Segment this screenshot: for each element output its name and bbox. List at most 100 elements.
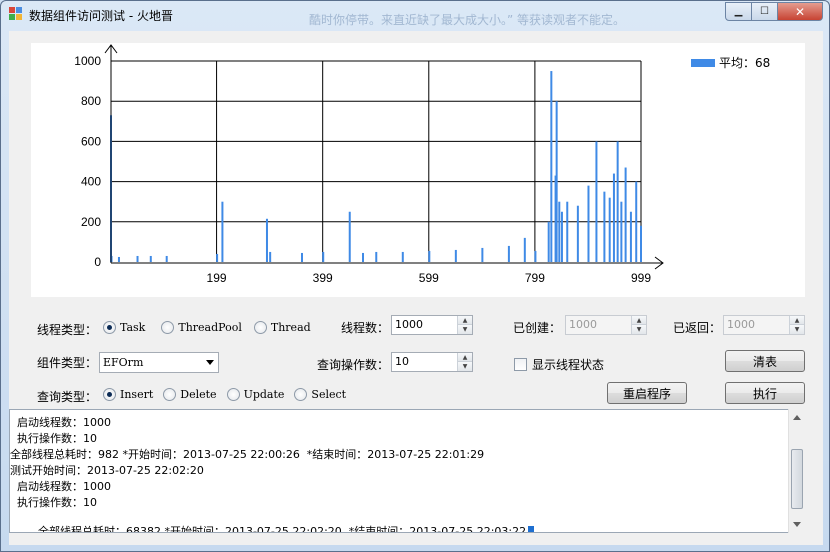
radio-thread-threadpool[interactable]: ThreadPool — [161, 321, 242, 334]
show-thread-state-checkbox[interactable]: 显示线程状态 — [514, 356, 604, 373]
chart-bar — [300, 252, 303, 262]
y-tick-label: 400 — [81, 175, 101, 189]
chart-bar — [216, 253, 219, 262]
chart-bar — [136, 255, 139, 262]
chart-bar — [612, 173, 615, 262]
radio-thread-task[interactable]: Task — [103, 321, 145, 334]
minimize-icon: ▁ — [734, 6, 743, 17]
y-tick-label: 0 — [94, 255, 101, 269]
chart-bar — [454, 249, 457, 262]
chart-bar — [550, 71, 553, 262]
log-line: 测试开始时间：2013-07-25 22:02:20 — [10, 464, 204, 477]
scrollbar-thumb[interactable] — [791, 449, 803, 509]
query-type-label: 查询类型： — [37, 390, 98, 404]
log-scrollbar[interactable] — [788, 409, 805, 533]
minimize-button[interactable]: ▁ — [725, 2, 752, 21]
show-thread-state-label: 显示线程状态 — [532, 358, 605, 372]
chart-bar — [269, 251, 272, 262]
chart-bar — [566, 201, 569, 262]
chart-bar — [481, 247, 484, 262]
component-type-label: 组件类型： — [37, 356, 98, 370]
returned-label: 已返回： — [673, 321, 722, 335]
x-tick-label: 599 — [419, 271, 439, 285]
thread-type-label: 线程类型： — [37, 323, 98, 337]
restart-button[interactable]: 重启程序 — [607, 382, 687, 404]
chart-bar — [348, 211, 351, 262]
chart-bar — [322, 251, 325, 262]
title-bar[interactable]: 数据组件访问测试 - 火地晋 酷时你停带。来直近缺了最大成大小。” 等获读观者不… — [1, 1, 829, 29]
y-tick-label: 1000 — [74, 54, 101, 68]
close-icon: ✕ — [794, 4, 806, 19]
maximize-icon: ☐ — [760, 6, 769, 17]
chart-bar — [629, 211, 632, 262]
radio-query-update[interactable]: Update — [226, 388, 284, 401]
log-line: 全部线程总耗时：68382 *开始时间：2013-07-25 22:02:20 … — [37, 525, 527, 533]
query-ops-label: 查询操作数： — [317, 358, 390, 372]
returned-stepper: 1000 ▲ ▼ — [723, 315, 805, 335]
close-button[interactable]: ✕ — [778, 2, 823, 21]
chart-bar — [534, 250, 537, 262]
spin-up-icon[interactable]: ▲ — [458, 316, 472, 325]
chart-bar — [603, 191, 606, 262]
spin-up-icon: ▲ — [790, 316, 804, 325]
clear-button[interactable]: 清表 — [725, 350, 805, 372]
window-title: 数据组件访问测试 - 火地晋 — [29, 9, 173, 23]
chart-bar — [555, 101, 558, 262]
scroll-up-icon[interactable] — [793, 415, 801, 420]
thread-count-stepper[interactable]: 1000 ▲ ▼ — [391, 315, 473, 335]
radio-query-insert[interactable]: Insert — [103, 388, 153, 401]
chart-bar — [576, 205, 579, 262]
log-line: 启动线程数：1000 — [10, 416, 111, 429]
chart-bar — [587, 185, 590, 262]
chart-bar — [560, 211, 563, 262]
legend-label: 平均：68 — [719, 56, 770, 70]
chart-bar — [149, 255, 152, 262]
log-line: 全部线程总耗时：982 *开始时间：2013-07-25 22:00:26 *结… — [10, 448, 485, 461]
log-line: 执行操作数：10 — [10, 496, 97, 509]
execute-button[interactable]: 执行 — [725, 382, 805, 404]
checkbox-box[interactable] — [514, 358, 527, 371]
query-ops-stepper[interactable]: 10 ▲ ▼ — [391, 352, 473, 372]
component-type-select[interactable]: EFOrm — [99, 352, 219, 373]
chart-bar — [608, 197, 611, 262]
radio-query-delete[interactable]: Delete — [163, 388, 217, 401]
created-value: 1000 — [569, 318, 597, 331]
spin-down-icon: ▼ — [632, 325, 646, 334]
spin-up-icon: ▲ — [632, 316, 646, 325]
maximize-button[interactable]: ☐ — [752, 2, 778, 21]
chart-bar — [640, 225, 642, 262]
x-tick-label: 199 — [207, 271, 227, 285]
radio-thread-thread[interactable]: Thread — [253, 321, 311, 334]
scroll-down-icon[interactable] — [793, 522, 801, 527]
thread-type-radio-group: Task ThreadPool Thread — [103, 321, 321, 334]
chart-bar — [507, 245, 510, 262]
y-tick-label: 800 — [81, 94, 101, 108]
chart-bar — [401, 251, 404, 262]
spin-down-icon[interactable]: ▼ — [458, 325, 472, 334]
y-tick-label: 200 — [81, 215, 101, 229]
chart-bar — [265, 218, 268, 262]
radio-selected-dot — [107, 325, 112, 330]
component-type-value: EFOrm — [103, 356, 144, 369]
chart-bar — [375, 251, 378, 262]
log-line: 执行操作数：10 — [10, 432, 97, 445]
chart-bar — [624, 167, 627, 262]
log-line: 启动线程数：1000 — [10, 480, 111, 493]
radio-query-select[interactable]: Select — [294, 388, 346, 401]
chart-bar — [635, 181, 638, 262]
chart-bar — [117, 256, 120, 262]
y-tick-label: 600 — [81, 134, 101, 148]
x-tick-label: 999 — [631, 271, 651, 285]
created-label: 已创建： — [513, 321, 562, 335]
query-ops-value: 10 — [395, 355, 409, 368]
chart-bar — [523, 237, 526, 262]
chart-panel: 0 200 400 600 800 1000 199 399 599 799 999 平均：68 — [31, 43, 805, 297]
spin-up-icon[interactable]: ▲ — [458, 353, 472, 362]
created-stepper: 1000 ▲ ▼ — [565, 315, 647, 335]
chart-bar — [620, 201, 623, 262]
chart-bar — [165, 255, 168, 262]
chart-bar — [428, 250, 431, 262]
spin-down-icon[interactable]: ▼ — [458, 362, 472, 371]
log-output[interactable]: 启动线程数：1000 执行操作数：10 全部线程总耗时：982 *开始时间：20… — [9, 409, 804, 533]
spin-down-icon: ▼ — [790, 325, 804, 334]
